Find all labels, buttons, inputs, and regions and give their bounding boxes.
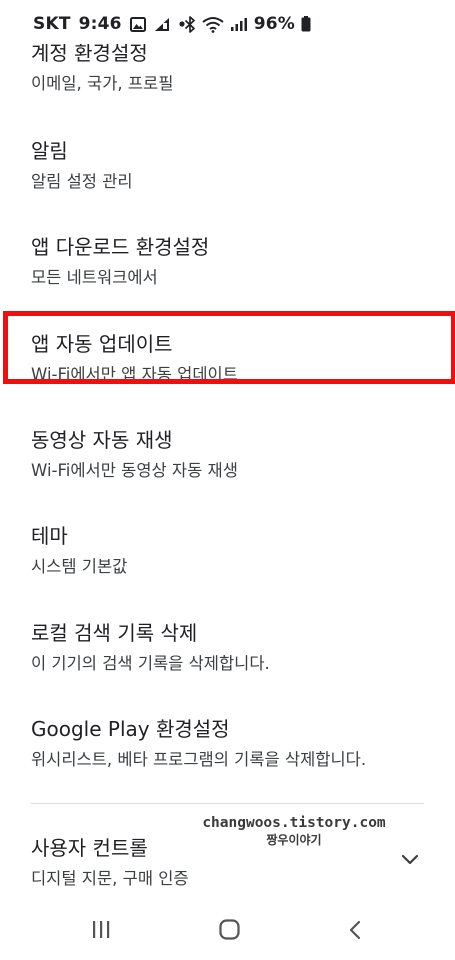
setting-subtitle: 모든 네트워크에서 xyxy=(31,268,158,287)
setting-subtitle: 시스템 기본값 xyxy=(31,557,128,576)
setting-subtitle: 위시리스트, 베타 프로그램의 기록을 삭제합니다. xyxy=(31,750,367,769)
setting-video-autoplay[interactable]: 동영상 자동 재생 Wi-Fi에서만 동영상 자동 재생 xyxy=(31,427,431,482)
setting-account-preferences[interactable]: 계정 환경설정 이메일, 국가, 프로필 xyxy=(31,40,431,95)
carrier-label: SKT xyxy=(33,14,71,34)
watermark-blog-name: 짱우이야기 xyxy=(266,833,322,847)
setting-title: 테마 xyxy=(31,524,68,548)
status-bar: SKT 9:46 96% xyxy=(0,0,455,44)
battery-icon xyxy=(301,16,311,32)
setting-title: 동영상 자동 재생 xyxy=(31,428,173,452)
bluetooth-icon xyxy=(184,15,196,33)
setting-google-play-preferences[interactable]: Google Play 환경설정 위시리스트, 베타 프로그램의 기록을 삭제합… xyxy=(31,716,431,771)
back-icon[interactable] xyxy=(346,918,366,942)
watermark-url: changwoos.tistory.com xyxy=(202,815,386,831)
battery-percent: 96% xyxy=(253,14,295,34)
setting-subtitle: 알림 설정 관리 xyxy=(31,172,133,191)
chevron-down-icon[interactable] xyxy=(400,852,420,871)
recent-apps-icon[interactable] xyxy=(90,918,112,942)
setting-title: 로컬 검색 기록 삭제 xyxy=(31,621,198,645)
signal-icon xyxy=(230,17,248,32)
setting-title: 앱 다운로드 환경설정 xyxy=(31,235,210,259)
clock: 9:46 xyxy=(78,14,122,34)
setting-title: 알림 xyxy=(31,139,68,163)
navigation-bar xyxy=(0,905,455,960)
setting-subtitle: 이메일, 국가, 프로필 xyxy=(31,74,174,93)
setting-theme[interactable]: 테마 시스템 기본값 xyxy=(31,523,431,578)
setting-clear-local-search-history[interactable]: 로컬 검색 기록 삭제 이 기기의 검색 기록을 삭제합니다. xyxy=(31,620,431,675)
setting-notifications[interactable]: 알림 알림 설정 관리 xyxy=(31,138,431,193)
home-icon[interactable] xyxy=(218,918,242,942)
setting-title: Google Play 환경설정 xyxy=(31,717,230,741)
highlight-box xyxy=(3,311,455,384)
setting-subtitle: 이 기기의 검색 기록을 삭제합니다. xyxy=(31,654,270,673)
setting-subtitle: 디지털 지문, 구매 인증 xyxy=(31,869,189,888)
network-activity-icon xyxy=(154,17,170,32)
watermark: changwoos.tistory.com 짱우이야기 xyxy=(199,815,389,849)
gallery-icon xyxy=(129,16,146,32)
setting-subtitle: Wi-Fi에서만 동영상 자동 재생 xyxy=(31,461,238,480)
setting-app-download-preferences[interactable]: 앱 다운로드 환경설정 모든 네트워크에서 xyxy=(31,234,431,289)
wifi-icon xyxy=(202,16,224,33)
section-divider xyxy=(31,803,424,804)
